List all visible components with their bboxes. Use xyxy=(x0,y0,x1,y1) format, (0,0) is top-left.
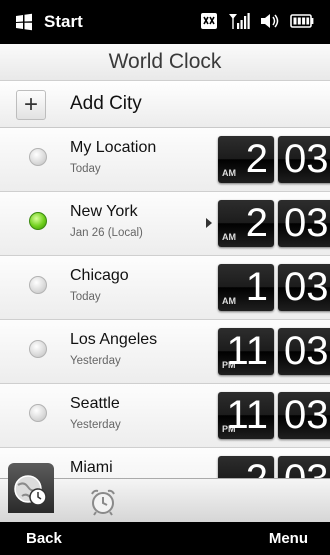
tab-bar xyxy=(0,463,330,523)
volume-icon xyxy=(261,14,279,28)
hour-digits: 2 xyxy=(245,137,268,181)
tab-alarm[interactable] xyxy=(88,487,118,517)
alarm-clock-icon xyxy=(91,489,115,516)
hour-flip-card: AM 2 xyxy=(218,136,274,183)
city-name: Los Angeles xyxy=(70,331,158,348)
plus-icon: + xyxy=(16,90,46,120)
city-day: Jan 26 (Local) xyxy=(70,227,143,239)
city-name: My Location xyxy=(70,139,157,156)
city-name: Chicago xyxy=(70,267,129,284)
title-bar: World Clock xyxy=(0,44,330,81)
minute-digits: 03 xyxy=(284,393,329,437)
status-bar: Start xyxy=(0,0,330,44)
add-city-button[interactable]: + Add City xyxy=(0,81,330,128)
back-softkey[interactable]: Back xyxy=(26,530,62,547)
city-day: Today xyxy=(70,291,101,303)
radio-button[interactable] xyxy=(29,404,47,422)
minute-digits: 03 xyxy=(284,329,329,373)
city-day: Yesterday xyxy=(70,355,121,367)
radio-button[interactable] xyxy=(29,148,47,166)
city-name: Seattle xyxy=(70,395,120,412)
minute-digits: 03 xyxy=(284,137,329,181)
city-row[interactable]: My Location Today AM 2 03 xyxy=(0,128,330,192)
minute-flip-card: 03 xyxy=(278,456,330,478)
hour-flip-card: PM 11 xyxy=(218,392,274,439)
softkey-bar: Back Menu xyxy=(0,522,330,555)
city-list[interactable]: My Location Today AM 2 03 New York Jan 2… xyxy=(0,128,330,478)
ampm-indicator: AM xyxy=(222,296,236,306)
hour-digits: 2 xyxy=(245,201,268,245)
hour-flip-card: AM 1 xyxy=(218,264,274,311)
city-row[interactable]: New York Jan 26 (Local) AM 2 03 xyxy=(0,192,330,256)
world-clock-screen: Start World Clock + Add City My Location… xyxy=(0,0,330,555)
hour-digits: 2 xyxy=(246,456,268,478)
minute-digits: 03 xyxy=(284,265,329,309)
hour-digits: 1 xyxy=(245,265,268,309)
minute-digits: 03 xyxy=(284,456,329,478)
connectivity-icon xyxy=(201,13,217,29)
radio-button-selected[interactable] xyxy=(29,212,47,230)
tab-world-clock[interactable] xyxy=(8,463,54,513)
ampm-indicator: AM xyxy=(222,232,236,242)
city-row[interactable]: Chicago Today AM 1 03 xyxy=(0,256,330,320)
minute-flip-card: 03 xyxy=(278,200,330,247)
minute-flip-card: 03 xyxy=(278,392,330,439)
minute-flip-card: 03 xyxy=(278,328,330,375)
hour-flip-card: PM 11 xyxy=(218,328,274,375)
ampm-indicator: AM xyxy=(222,168,236,178)
battery-icon xyxy=(290,14,314,28)
city-row[interactable]: Seattle Yesterday PM 11 03 xyxy=(0,384,330,448)
hour-digits: 11 xyxy=(226,393,268,437)
minute-flip-card: 03 xyxy=(278,136,330,183)
windows-logo-icon[interactable] xyxy=(14,12,34,32)
city-name: Miami xyxy=(70,459,113,476)
city-day: Yesterday xyxy=(70,419,121,431)
start-label[interactable]: Start xyxy=(44,12,83,32)
hour-flip-card: AM 2 xyxy=(218,200,274,247)
minute-digits: 03 xyxy=(284,201,329,245)
radio-button[interactable] xyxy=(29,340,47,358)
city-day: Today xyxy=(70,163,101,175)
signal-strength-icon xyxy=(229,13,250,29)
city-name: New York xyxy=(70,203,138,220)
hour-flip-card: 2 xyxy=(218,456,274,478)
page-title: World Clock xyxy=(108,50,222,73)
hour-digits: 11 xyxy=(226,329,268,373)
globe-clock-icon xyxy=(14,475,47,506)
radio-button[interactable] xyxy=(29,276,47,294)
status-icons xyxy=(200,12,314,30)
local-arrow-icon xyxy=(206,218,212,228)
minute-flip-card: 03 xyxy=(278,264,330,311)
add-city-label: Add City xyxy=(70,93,142,114)
city-row[interactable]: Los Angeles Yesterday PM 11 03 xyxy=(0,320,330,384)
menu-softkey[interactable]: Menu xyxy=(269,530,308,547)
